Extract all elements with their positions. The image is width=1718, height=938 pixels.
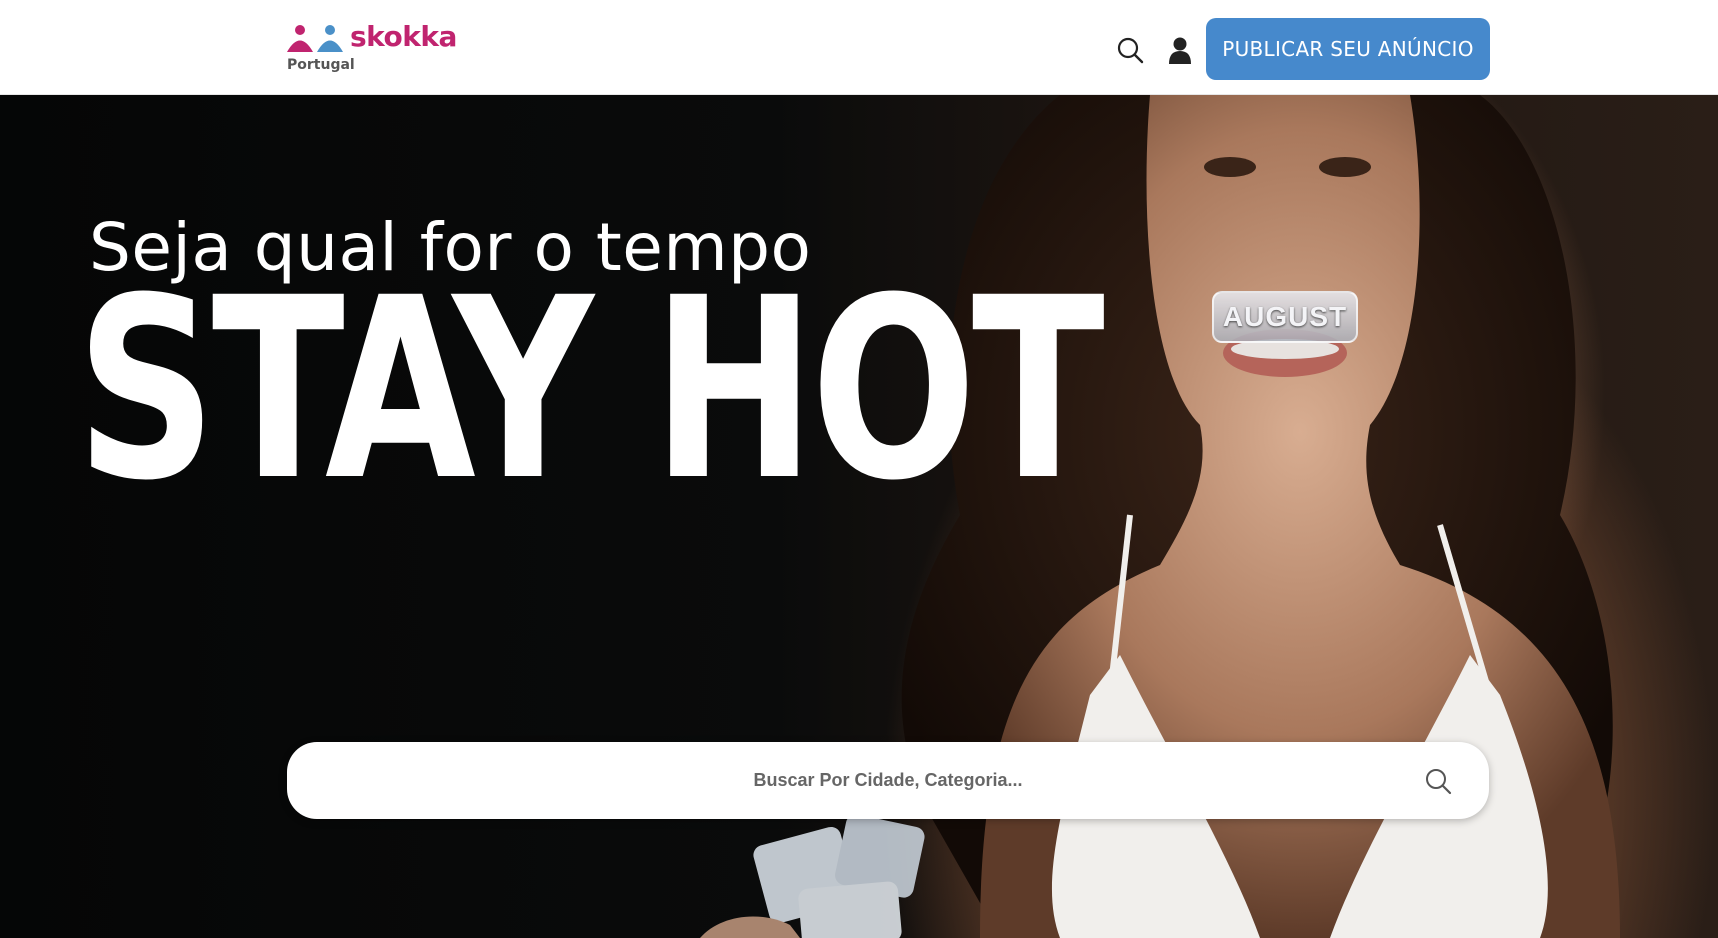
country-label: Portugal	[287, 57, 355, 73]
logo-mark-icon	[286, 23, 346, 53]
publish-ad-button[interactable]: PUBLICAR SEU ANÚNCIO	[1206, 18, 1490, 80]
site-header: skokka Portugal PUBLICAR SEU ANÚNCIO	[0, 0, 1718, 95]
search-input[interactable]	[287, 742, 1489, 819]
search-icon[interactable]	[1114, 33, 1146, 67]
logo[interactable]: skokka	[286, 22, 457, 53]
logo-text: skokka	[350, 20, 457, 53]
hero-headline: STAY HOT	[76, 244, 1105, 535]
search-submit-icon[interactable]	[1421, 764, 1455, 798]
ice-text-label: AUGUST	[1212, 291, 1358, 343]
hero-search-bar	[287, 742, 1489, 819]
user-icon[interactable]	[1164, 33, 1196, 67]
